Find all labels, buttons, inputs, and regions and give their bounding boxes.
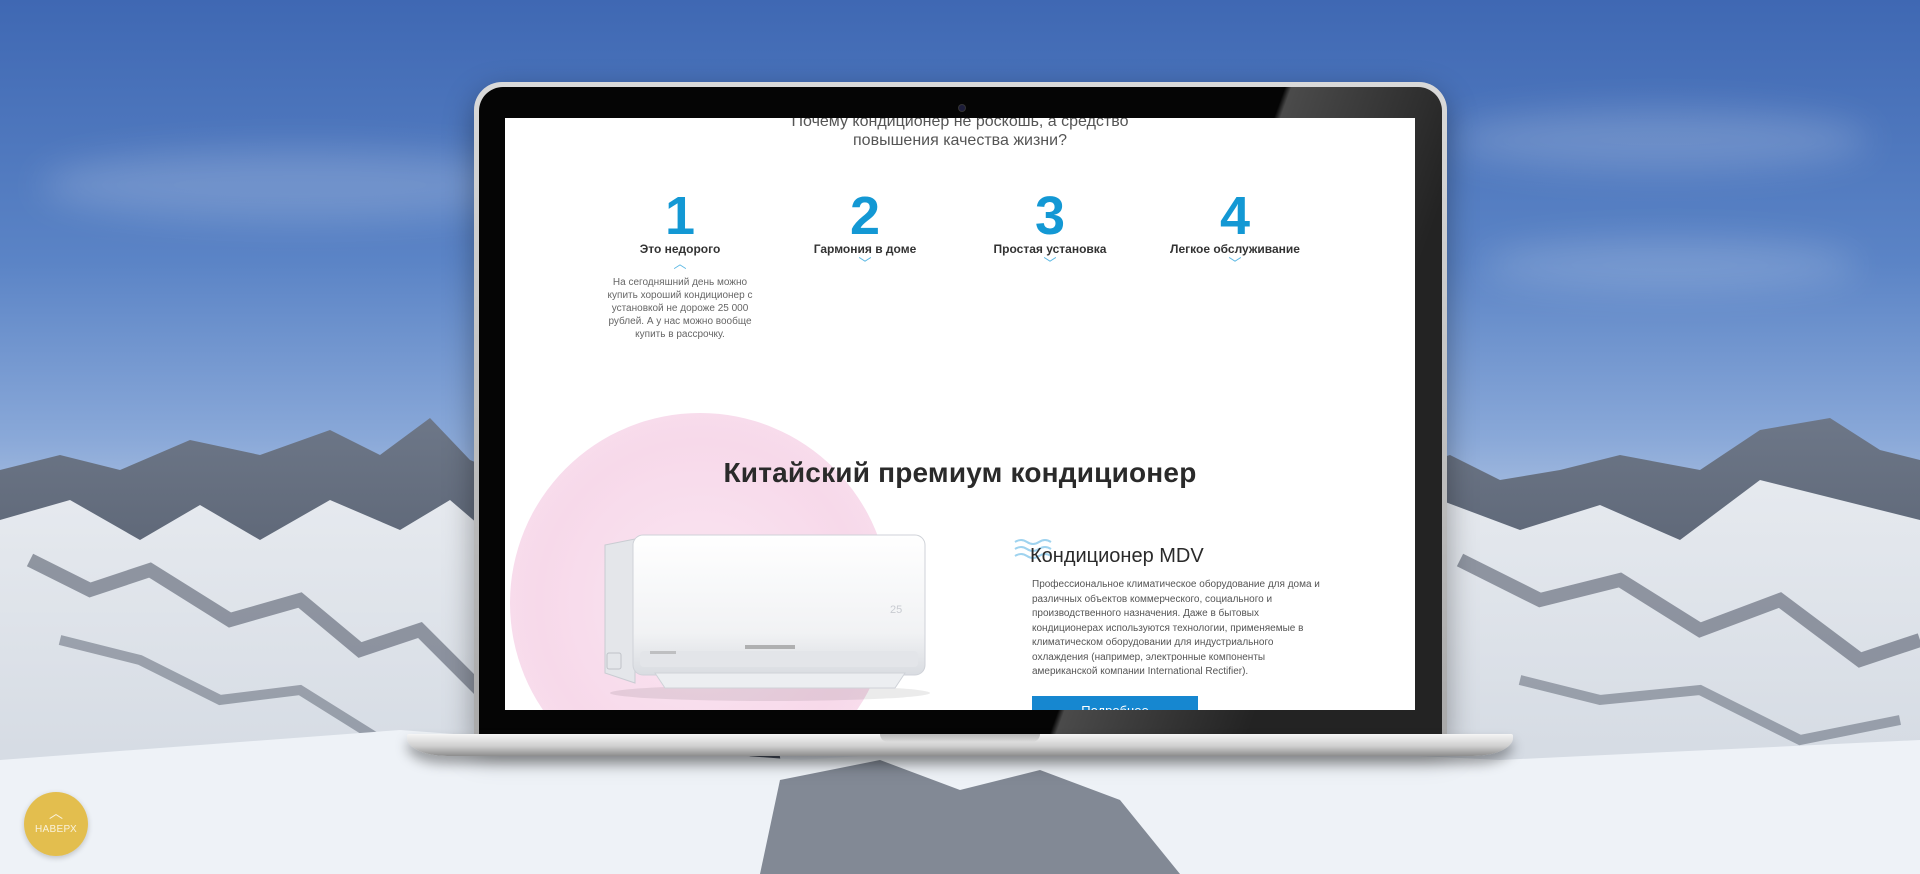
step-title: Это недорого	[639, 242, 721, 256]
step-3[interactable]: 3 Простая установка ﹀	[965, 188, 1135, 272]
step-number: 1	[664, 186, 696, 246]
section-title: Китайский премиум кондиционер	[723, 457, 1197, 488]
details-button[interactable]: Подробнее	[1032, 696, 1198, 710]
camera-dot	[959, 105, 965, 111]
product-description: Профессиональное климатическое оборудова…	[1032, 579, 1320, 677]
step-number: 3	[1034, 186, 1066, 246]
laptop-screen[interactable]: Почему кондиционер не роскошь, а средств…	[505, 118, 1415, 710]
section-lead: Почему кондиционер не роскошь, а средств…	[505, 118, 1415, 150]
step-number: 4	[1219, 186, 1251, 246]
step-title: Легкое обслуживание	[1170, 242, 1300, 256]
step-4[interactable]: 4 Легкое обслуживание ﹀	[1150, 188, 1320, 272]
chevron-down-icon[interactable]: ﹀	[1150, 257, 1320, 272]
step-2[interactable]: 2 Гармония в доме ﹀	[780, 188, 950, 272]
lead-line-1: Почему кондиционер не роскошь, а средств…	[791, 118, 1129, 130]
product-title: Кондиционер MDV	[1030, 545, 1204, 567]
step-description: На сегодняшний день можно купить хороший…	[607, 277, 753, 340]
chevron-down-icon[interactable]: ﹀	[965, 257, 1135, 272]
step-title: Простая установка	[993, 242, 1107, 256]
chevron-down-icon[interactable]: ﹀	[780, 257, 950, 272]
step-title: Гармония в доме	[813, 242, 917, 256]
step-number: 2	[849, 186, 881, 246]
arrow-up-icon: ︿	[49, 805, 63, 821]
back-to-top-label: НАВЕРХ	[35, 824, 77, 835]
chevron-up-icon[interactable]: ︿	[595, 257, 765, 272]
step-1[interactable]: 1 Это недорого ︿ На сегодняшний день мож…	[595, 188, 765, 341]
back-to-top-button[interactable]: ︿ НАВЕРХ	[24, 792, 88, 856]
lead-line-2: повышения качества жизни?	[853, 132, 1067, 149]
laptop-notch	[880, 734, 1040, 742]
benefit-steps: 1 Это недорого ︿ На сегодняшний день мож…	[595, 188, 1335, 348]
svg-text:25: 25	[890, 604, 902, 616]
air-conditioner-image: 25	[604, 534, 930, 701]
